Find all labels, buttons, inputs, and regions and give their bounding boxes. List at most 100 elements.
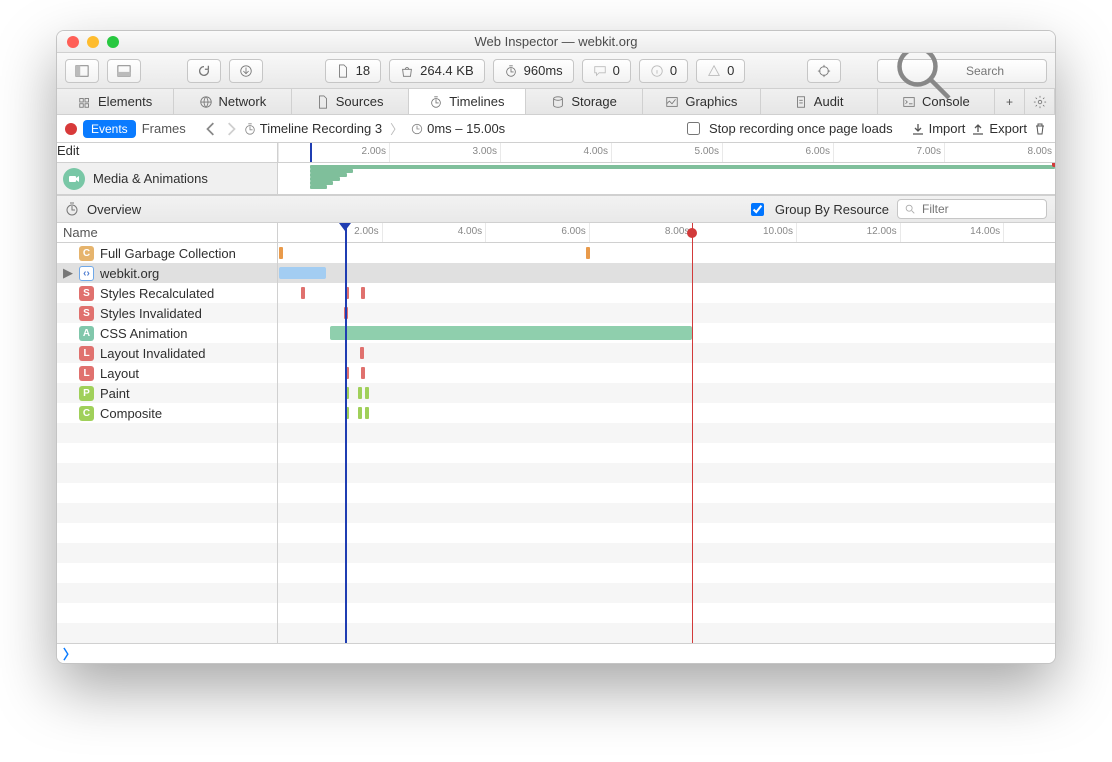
- timeline-event[interactable]: [344, 307, 348, 319]
- delete-recording-button[interactable]: [1033, 122, 1047, 136]
- timeline-event[interactable]: [365, 407, 369, 419]
- export-button[interactable]: Export: [971, 121, 1027, 136]
- empty-row: [57, 503, 1055, 523]
- messages-stat: 0: [582, 59, 631, 83]
- overview-ruler-scale[interactable]: 1000.0ms2.00s3.00s4.00s5.00s6.00s7.00s8.…: [278, 143, 1055, 162]
- tab-storage[interactable]: Storage: [526, 89, 643, 114]
- tab-network[interactable]: Network: [174, 89, 291, 114]
- timeline-controls-bar: Events Frames Timeline Recording 3 〉 0ms…: [57, 115, 1055, 143]
- timeline-event[interactable]: [586, 247, 590, 259]
- stopwatch-icon: [65, 202, 79, 216]
- timeline-event[interactable]: [358, 387, 362, 399]
- timeline-event[interactable]: [365, 387, 369, 399]
- timeline-event[interactable]: [358, 407, 362, 419]
- resources-stat: 18: [325, 59, 381, 83]
- console-prompt[interactable]: 〉: [57, 643, 1055, 663]
- file-icon: [336, 64, 350, 78]
- stop-on-load-checkbox[interactable]: [687, 122, 700, 135]
- nav-back-button[interactable]: [204, 122, 218, 136]
- download-button[interactable]: [229, 59, 263, 83]
- view-events-tab[interactable]: Events: [83, 120, 136, 138]
- timeline-event[interactable]: [345, 387, 349, 399]
- detail-ruler-scale[interactable]: 2.00s4.00s6.00s8.00s10.00s12.00s14.00s: [278, 223, 1055, 242]
- timeline-row[interactable]: ▶‹›webkit.org: [57, 263, 1055, 283]
- reload-button[interactable]: [187, 59, 221, 83]
- row-label: CSS Animation: [100, 326, 187, 341]
- disclosure-triangle[interactable]: ▶: [63, 265, 73, 281]
- tab-console[interactable]: Console: [878, 89, 995, 114]
- timeline-row[interactable]: PPaint: [57, 383, 1055, 403]
- group-by-resource-label: Group By Resource: [775, 202, 889, 217]
- timeline-row[interactable]: LLayout Invalidated: [57, 343, 1055, 363]
- filter-input[interactable]: [920, 201, 1040, 217]
- timeline-row[interactable]: CComposite: [57, 403, 1055, 423]
- storage-icon: [551, 95, 565, 109]
- sources-icon: [316, 95, 330, 109]
- timeline-event[interactable]: [330, 326, 693, 340]
- breadcrumb-recording[interactable]: Timeline Recording 3: [260, 121, 382, 136]
- empty-row: [57, 583, 1055, 603]
- chat-icon: [593, 64, 607, 78]
- timeline-row[interactable]: LLayout: [57, 363, 1055, 383]
- tab-audit[interactable]: Audit: [761, 89, 878, 114]
- timeline-event[interactable]: [279, 247, 283, 259]
- settings-button[interactable]: [1025, 89, 1055, 114]
- tab-timelines[interactable]: Timelines: [409, 89, 526, 114]
- elements-icon: [78, 95, 92, 109]
- tab-elements[interactable]: Elements: [57, 89, 174, 114]
- row-badge: ‹›: [79, 266, 94, 281]
- timeline-row[interactable]: C Full Garbage Collection: [57, 243, 1055, 263]
- timeline-event[interactable]: [360, 347, 364, 359]
- inspect-element-button[interactable]: [807, 59, 841, 83]
- new-tab-button[interactable]: +: [995, 89, 1025, 114]
- trash-icon: [1033, 122, 1047, 136]
- media-animations-track: Media & Animations: [57, 163, 1055, 195]
- row-label: Layout Invalidated: [100, 346, 206, 361]
- timeline-row[interactable]: ACSS Animation: [57, 323, 1055, 343]
- group-by-resource-checkbox[interactable]: [751, 203, 764, 216]
- inspector-window: Web Inspector — webkit.org 18 264.4 KB 9…: [56, 30, 1056, 664]
- timeline-event[interactable]: [345, 287, 349, 299]
- toggle-bottom-panel-button[interactable]: [107, 59, 141, 83]
- tab-graphics[interactable]: Graphics: [643, 89, 760, 114]
- name-column-header[interactable]: Name: [57, 223, 278, 242]
- search-field[interactable]: [877, 59, 1047, 83]
- timeline-event[interactable]: [301, 287, 305, 299]
- timeline-event[interactable]: [361, 287, 365, 299]
- empty-row: [57, 603, 1055, 623]
- time-stat: 960ms: [493, 59, 574, 83]
- detail-header: Name 2.00s4.00s6.00s8.00s10.00s12.00s14.…: [57, 223, 1055, 243]
- timeline-event[interactable]: [361, 367, 365, 379]
- audit-icon: [794, 95, 808, 109]
- timeline-row[interactable]: SStyles Recalculated: [57, 283, 1055, 303]
- overview-label: Overview: [87, 202, 141, 217]
- edit-timelines-button[interactable]: Edit: [57, 143, 79, 158]
- nav-forward-button[interactable]: [224, 122, 238, 136]
- graphics-icon: [665, 95, 679, 109]
- row-label: Full Garbage Collection: [100, 246, 236, 261]
- tab-bar: ElementsNetworkSourcesTimelinesStorageGr…: [57, 89, 1055, 115]
- empty-row: [57, 463, 1055, 483]
- media-track-lane[interactable]: [278, 163, 1055, 194]
- timeline-row[interactable]: SStyles Invalidated: [57, 303, 1055, 323]
- timeline-event[interactable]: [345, 407, 349, 419]
- search-input[interactable]: [964, 63, 1038, 79]
- size-stat: 264.4 KB: [389, 59, 485, 83]
- row-label: Composite: [100, 406, 162, 421]
- view-frames-tab[interactable]: Frames: [142, 121, 186, 136]
- timeline-event[interactable]: [279, 267, 326, 279]
- empty-row: [57, 443, 1055, 463]
- row-badge: C: [79, 246, 94, 261]
- import-button[interactable]: Import: [911, 121, 966, 136]
- timeline-event[interactable]: [345, 367, 349, 379]
- empty-row: [57, 423, 1055, 443]
- toggle-left-sidebar-button[interactable]: [65, 59, 99, 83]
- row-label: Styles Invalidated: [100, 306, 202, 321]
- media-track-label: Media & Animations: [93, 171, 208, 186]
- record-button[interactable]: [65, 123, 77, 135]
- filter-field[interactable]: [897, 199, 1047, 219]
- overview-ruler: Edit 1000.0ms2.00s3.00s4.00s5.00s6.00s7.…: [57, 143, 1055, 163]
- tab-sources[interactable]: Sources: [292, 89, 409, 114]
- breadcrumb-range[interactable]: 0ms – 15.00s: [427, 121, 505, 136]
- stopwatch-icon: [504, 64, 518, 78]
